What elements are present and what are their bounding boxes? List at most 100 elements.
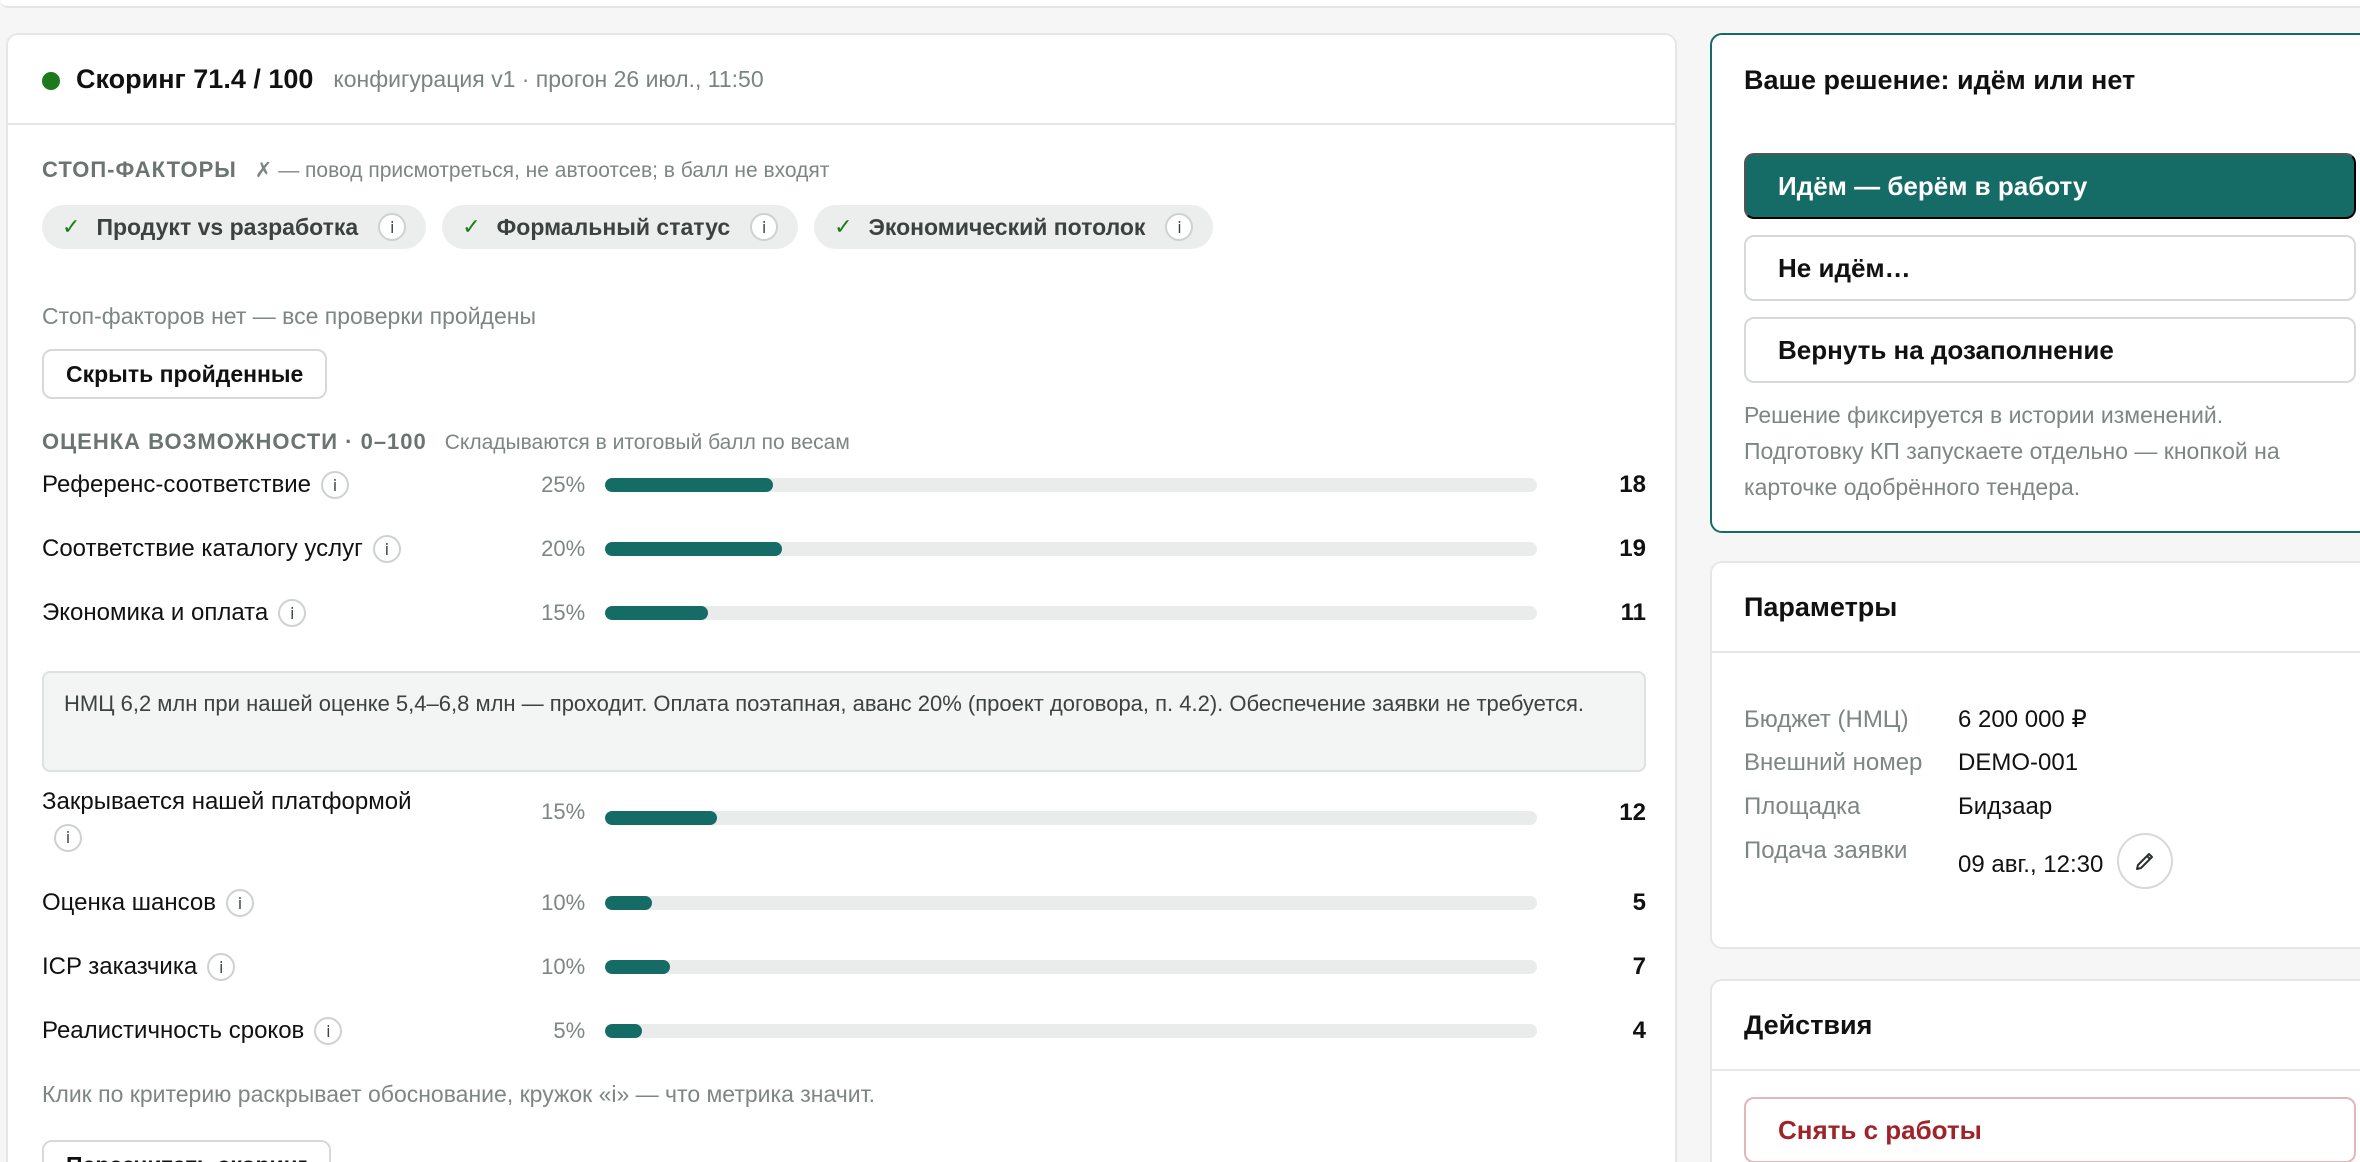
criterion-row[interactable]: Закрывается нашей платформой i 15% 12	[42, 785, 1646, 855]
criterion-explanation: НМЦ 6,2 млн при нашей оценке 5,4–6,8 млн…	[42, 671, 1646, 772]
param-key: Бюджет (НМЦ)	[1744, 705, 1909, 733]
edit-deadline-button[interactable]	[2117, 833, 2174, 889]
info-icon[interactable]: i	[1165, 213, 1194, 241]
criterion-row[interactable]: Оценка шансов i 10% 5	[42, 883, 1646, 923]
chip-label: Продукт vs разработка	[96, 213, 359, 240]
criterion-bar	[605, 542, 1538, 556]
decision-note: Решение фиксируется в истории изменений.…	[1744, 402, 2280, 500]
criterion-bar-fill	[605, 478, 773, 492]
criterion-score: 19	[1619, 535, 1646, 562]
chip-economic-ceiling[interactable]: ✓ Экономический потолок i	[814, 205, 1214, 249]
criterion-bar	[605, 811, 1538, 825]
info-icon[interactable]: i	[372, 535, 401, 563]
param-value: DEMO-001	[1958, 749, 2079, 776]
pencil-icon	[2136, 853, 2154, 870]
param-row-external-id: Внешний номер DEMO-001	[1744, 749, 2078, 777]
info-icon[interactable]: i	[314, 1017, 343, 1045]
criterion-weight: 15%	[541, 600, 586, 625]
criterion-name: Соответствие каталогу услуг i	[42, 535, 516, 563]
chip-product-vs-dev[interactable]: ✓ Продукт vs разработка i	[42, 205, 427, 249]
scoring-meta: конфигурация v1 · прогон 26 июл., 11:50	[333, 65, 764, 92]
criterion-bar-fill	[605, 542, 783, 556]
criterion-score: 18	[1619, 471, 1646, 498]
criterion-score: 12	[1619, 799, 1646, 826]
info-icon[interactable]: i	[750, 213, 779, 241]
criterion-weight: 25%	[541, 472, 586, 497]
criterion-row[interactable]: Соответствие каталогу услуг i 20% 19	[42, 529, 1646, 569]
criterion-bar-fill	[605, 811, 717, 825]
decision-title: Ваше решение: идём или нет	[1744, 65, 2136, 95]
criterion-name: Референс-соответствие i	[42, 471, 516, 499]
criterion-row[interactable]: Референс-соответствие i 25% 18	[42, 465, 1646, 505]
check-icon: ✓	[62, 214, 81, 239]
stop-factors-label: СТОП-ФАКТОРЫ ✗ — повод присмотреться, не…	[42, 157, 829, 183]
decision-card: Ваше решение: идём или нет Идём — берём …	[1710, 33, 2360, 533]
check-icon: ✓	[834, 214, 853, 239]
criterion-row[interactable]: Экономика и оплата i 15% 11	[42, 593, 1646, 633]
criterion-weight: 20%	[541, 536, 586, 561]
scoring-header: Скоринг 71.4 / 100 конфигурация v1 · про…	[8, 35, 1675, 125]
params-title: Параметры	[1744, 591, 1898, 622]
scoring-title: Скоринг 71.4 / 100	[76, 63, 314, 94]
criterion-bar	[605, 478, 1538, 492]
param-key: Подача заявки	[1744, 837, 1908, 864]
criterion-label: Реалистичность сроков	[42, 1017, 305, 1044]
opportunity-hint: Складываются в итоговый балл по весам	[444, 431, 850, 454]
info-icon[interactable]: i	[226, 889, 255, 917]
info-icon[interactable]: i	[54, 824, 82, 852]
criterion-label: Соответствие каталогу услуг	[42, 535, 363, 562]
actions-header: Действия	[1712, 981, 2360, 1071]
criterion-name: Реалистичность сроков i	[42, 1017, 516, 1045]
criterion-weight: 15%	[541, 799, 586, 824]
param-row-budget: Бюджет (НМЦ) 6 200 000 ₽	[1744, 705, 2087, 734]
stop-factors-note: Стоп-факторов нет — все проверки пройден…	[42, 303, 536, 329]
opportunity-title: ОЦЕНКА ВОЗМОЖНОСТИ · 0–100	[42, 429, 427, 454]
criterion-bar-fill	[605, 1024, 643, 1038]
criterion-weight: 5%	[553, 1018, 586, 1043]
actions-card: Действия Снять с работы	[1710, 979, 2360, 1162]
opportunity-label: ОЦЕНКА ВОЗМОЖНОСТИ · 0–100 Складываются …	[42, 429, 850, 455]
criterion-bar-fill	[605, 606, 708, 620]
actions-title: Действия	[1744, 1009, 1873, 1040]
criterion-weight: 10%	[541, 954, 586, 979]
scoring-card: Скоринг 71.4 / 100 конфигурация v1 · про…	[6, 33, 1677, 1162]
check-icon: ✓	[462, 214, 481, 239]
no-go-button[interactable]: Не идём…	[1744, 235, 2356, 301]
criterion-name: Экономика и оплата i	[42, 599, 516, 627]
criterion-bar	[605, 960, 1538, 974]
criterion-bar-fill	[605, 896, 652, 910]
criterion-label: Референс-соответствие	[42, 471, 312, 498]
info-icon[interactable]: i	[278, 599, 307, 627]
top-strip	[0, 0, 2360, 8]
hide-passed-button[interactable]: Скрыть пройденные	[42, 349, 328, 399]
criterion-label: ICP заказчика	[42, 953, 198, 980]
stop-factors-hint: ✗ — повод присмотреться, не автоотсев; в…	[254, 159, 830, 182]
criterion-label: Оценка шансов	[42, 889, 217, 916]
param-row-deadline: Подача заявки 09 авг., 12:30	[1744, 833, 2174, 889]
criterion-row[interactable]: Реалистичность сроков i 5% 4	[42, 1011, 1646, 1051]
info-icon[interactable]: i	[321, 471, 350, 499]
criterion-row[interactable]: ICP заказчика i 10% 7	[42, 947, 1646, 987]
return-for-completion-button[interactable]: Вернуть на дозаполнение	[1744, 317, 2356, 383]
param-value: 09 авг., 12:30	[1958, 851, 2104, 878]
status-dot-icon	[42, 72, 60, 90]
info-icon[interactable]: i	[207, 953, 236, 981]
recalculate-scoring-button[interactable]: Пересчитать скоринг	[42, 1140, 332, 1162]
param-value: Бидзаар	[1958, 793, 2053, 820]
criterion-label: Закрывается нашей платформой	[42, 788, 412, 815]
stop-factor-chips: ✓ Продукт vs разработка i ✓ Формальный с…	[42, 205, 1214, 249]
criterion-score: 4	[1632, 1017, 1646, 1044]
chip-formal-status[interactable]: ✓ Формальный статус i	[442, 205, 799, 249]
criterion-bar-fill	[605, 960, 671, 974]
go-button[interactable]: Идём — берём в работу	[1744, 153, 2356, 219]
criterion-name: Закрывается нашей платформой i	[42, 785, 516, 853]
info-icon[interactable]: i	[378, 213, 407, 241]
criterion-score: 5	[1632, 889, 1646, 916]
criterion-bar	[605, 606, 1538, 620]
chip-label: Экономический потолок	[868, 213, 1146, 240]
criterion-weight: 10%	[541, 890, 586, 915]
param-key: Площадка	[1744, 793, 1861, 820]
criterion-name: ICP заказчика i	[42, 953, 516, 981]
remove-from-work-button[interactable]: Снять с работы	[1744, 1097, 2356, 1162]
criterion-name: Оценка шансов i	[42, 889, 516, 917]
